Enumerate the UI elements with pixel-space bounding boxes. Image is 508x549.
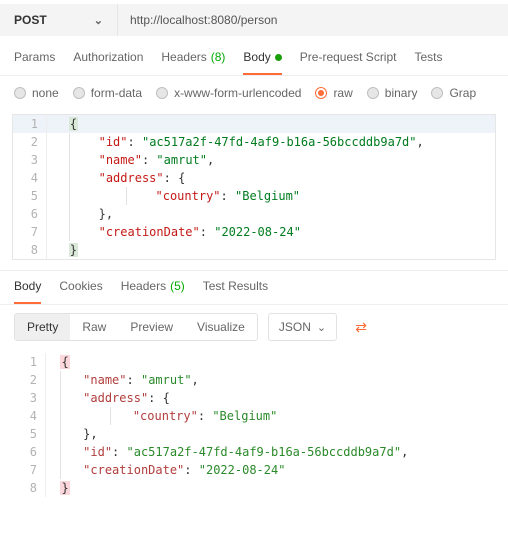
body-modified-dot-icon	[275, 54, 282, 61]
body-type-form-data[interactable]: form-data	[73, 86, 142, 100]
http-method-value: POST	[14, 13, 47, 27]
body-type-graphql[interactable]: Grap	[431, 86, 476, 100]
tab-params[interactable]: Params	[14, 50, 55, 75]
request-url-value: http://localhost:8080/person	[130, 13, 277, 27]
request-url-input[interactable]: http://localhost:8080/person	[118, 4, 508, 36]
resp-tab-test-results[interactable]: Test Results	[203, 279, 268, 304]
wrap-lines-icon: ⇄	[355, 320, 367, 334]
view-preview-button[interactable]: Preview	[118, 314, 185, 340]
response-tabs: Body Cookies Headers (5) Test Results	[0, 271, 508, 304]
request-body-lines: { "id": "ac517a2f-47fd-4af9-b16a-56bccdd…	[13, 115, 495, 259]
tab-body[interactable]: Body	[243, 50, 281, 75]
resp-tab-headers[interactable]: Headers (5)	[121, 279, 185, 304]
view-pretty-button[interactable]: Pretty	[15, 314, 70, 340]
tab-headers-count: (8)	[211, 50, 226, 64]
line-gutter: 1234 5678	[13, 115, 47, 259]
resp-tab-body[interactable]: Body	[14, 279, 41, 304]
tab-prerequest[interactable]: Pre-request Script	[300, 50, 397, 75]
wrap-lines-button[interactable]: ⇄	[347, 313, 375, 341]
tab-authorization[interactable]: Authorization	[73, 50, 143, 75]
chevron-down-icon: ⌄	[94, 14, 103, 27]
request-body-editor[interactable]: 1234 5678 { "id": "ac517a2f-47fd-4af9-b1…	[12, 114, 496, 260]
http-method-select[interactable]: POST ⌄	[0, 4, 118, 36]
resp-tab-cookies[interactable]: Cookies	[59, 279, 102, 304]
view-visualize-button[interactable]: Visualize	[185, 314, 257, 340]
body-type-xwww[interactable]: x-www-form-urlencoded	[156, 86, 301, 100]
response-view-modes: Pretty Raw Preview Visualize	[14, 313, 258, 341]
response-body-lines: { "name": "amrut", "address": { "country…	[12, 353, 496, 497]
resp-tab-headers-count: (5)	[170, 279, 185, 293]
response-view-toolbar: Pretty Raw Preview Visualize JSON ⌄ ⇄	[0, 305, 508, 349]
tab-headers[interactable]: Headers (8)	[161, 50, 225, 75]
body-type-none[interactable]: none	[14, 86, 59, 100]
response-format-value: JSON	[279, 320, 311, 334]
body-type-radios: none form-data x-www-form-urlencoded raw…	[0, 76, 508, 110]
resp-tab-headers-label: Headers	[121, 279, 166, 293]
chevron-down-icon: ⌄	[317, 321, 326, 334]
response-body-viewer[interactable]: 1234 5678 { "name": "amrut", "address": …	[12, 353, 496, 497]
tab-headers-label: Headers	[161, 50, 206, 64]
tab-body-label: Body	[243, 50, 270, 64]
body-type-raw[interactable]: raw	[315, 86, 352, 100]
line-gutter: 1234 5678	[12, 353, 46, 497]
response-format-select[interactable]: JSON ⌄	[268, 313, 337, 341]
tab-tests[interactable]: Tests	[414, 50, 442, 75]
request-tabs: Params Authorization Headers (8) Body Pr…	[0, 36, 508, 75]
body-type-binary[interactable]: binary	[367, 86, 418, 100]
view-raw-button[interactable]: Raw	[70, 314, 118, 340]
